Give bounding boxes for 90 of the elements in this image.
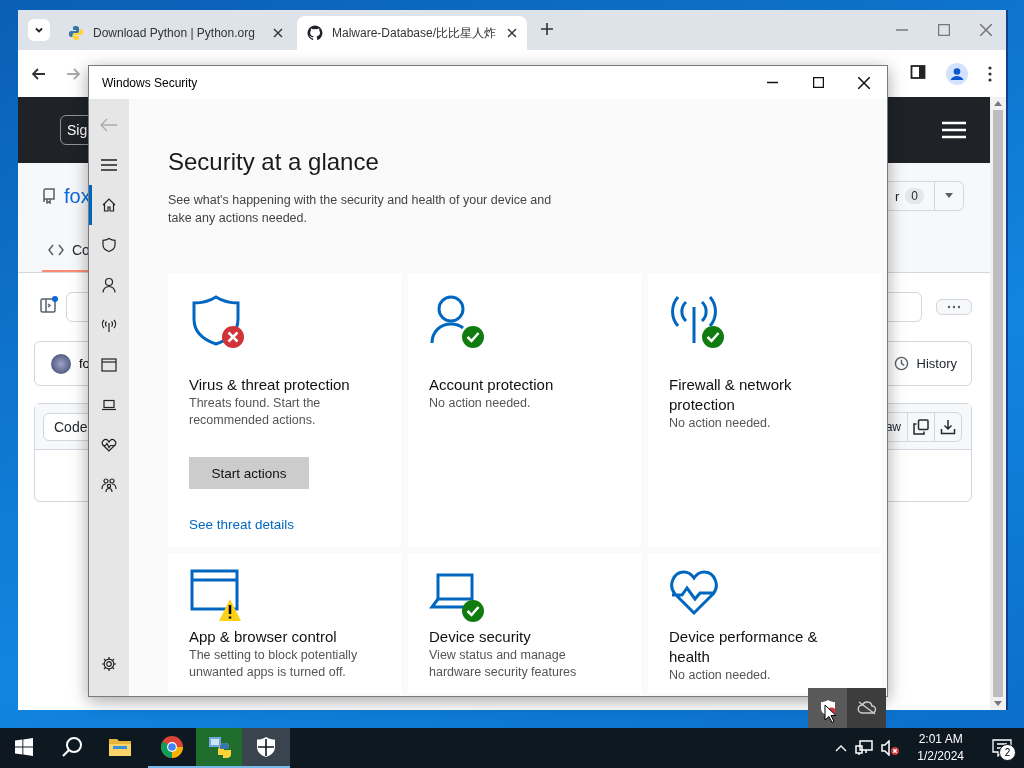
card-title: Account protection bbox=[429, 375, 554, 395]
back-arrow-icon bbox=[100, 118, 118, 132]
chevron-up-icon bbox=[835, 744, 848, 752]
python-logo-icon bbox=[68, 25, 84, 41]
side-panel-icon bbox=[910, 63, 926, 80]
family-icon bbox=[101, 477, 117, 493]
profile-avatar-icon bbox=[946, 62, 968, 85]
start-actions-button[interactable]: Start actions bbox=[189, 457, 309, 489]
close-icon bbox=[273, 28, 283, 38]
cursor-icon bbox=[824, 704, 836, 723]
more-menu-icon bbox=[988, 65, 992, 82]
antenna-icon bbox=[671, 295, 717, 345]
scrollbar[interactable] bbox=[990, 97, 1006, 710]
scroll-down-icon bbox=[994, 701, 1002, 706]
status-card[interactable]: Virus & threat protection Threats found. Start the recommended actions. Start actions See threat details bbox=[168, 273, 401, 547]
new-tab-icon bbox=[541, 23, 553, 35]
notification-count: 2 bbox=[999, 744, 1016, 761]
windows-logo-icon bbox=[15, 738, 33, 756]
card-title: Virus & threat protection bbox=[189, 375, 350, 395]
menu-icon bbox=[101, 159, 117, 171]
card-title: App & browser control bbox=[189, 627, 337, 647]
file-tree-icon bbox=[40, 296, 58, 314]
star-count: 0 bbox=[905, 188, 924, 204]
close-icon bbox=[507, 28, 517, 38]
tab-search-button[interactable] bbox=[28, 19, 50, 41]
status-card[interactable]: Device security View status and manage hardware security features bbox=[408, 553, 641, 693]
repo-icon bbox=[42, 188, 56, 204]
card-title: Firewall & network protection bbox=[669, 375, 793, 415]
card-status-text: Threats found. Start the recommended actions. bbox=[189, 395, 322, 429]
system-clock[interactable]: 2:01 AM 1/2/2024 bbox=[909, 731, 972, 765]
shield-icon bbox=[192, 295, 240, 346]
person-icon bbox=[430, 295, 465, 344]
card-status-text: The setting to block potentially unwanted apps is turned off. bbox=[189, 647, 359, 681]
installer-icon bbox=[206, 734, 232, 760]
browser-tab[interactable]: Download Python | Python.org bbox=[58, 16, 293, 50]
chevron-down-icon bbox=[34, 25, 44, 35]
shield-icon bbox=[256, 736, 276, 758]
card-status-text: View status and manage hardware security features bbox=[429, 647, 578, 681]
card-title: Device performance & health bbox=[669, 627, 819, 667]
card-status-text: No action needed. bbox=[429, 395, 531, 412]
back-arrow-icon bbox=[32, 66, 46, 81]
threat-details-link[interactable]: See threat details bbox=[189, 517, 295, 532]
menu-icon bbox=[942, 121, 966, 139]
status-card[interactable]: App & browser control The setting to block potentially unwanted apps is turned off. bbox=[168, 553, 401, 693]
heart-icon bbox=[670, 570, 718, 615]
message-icon bbox=[992, 739, 1012, 757]
home-icon bbox=[101, 197, 117, 213]
notification-center-button[interactable]: 2 bbox=[980, 728, 1024, 768]
shield-icon bbox=[101, 237, 117, 253]
browser-window-icon bbox=[190, 569, 239, 611]
chrome-logo-icon bbox=[160, 735, 184, 759]
tray-item[interactable] bbox=[808, 688, 847, 728]
close-icon bbox=[980, 24, 992, 36]
code-icon bbox=[48, 243, 64, 256]
page-heading: Security at a glance bbox=[168, 147, 380, 177]
copy-icon bbox=[913, 418, 929, 435]
page-description: See what's happening with the security and health of your device and take any actions needed. bbox=[168, 192, 553, 227]
antenna-icon bbox=[101, 317, 117, 333]
scroll-up-icon bbox=[994, 101, 1002, 106]
status-card[interactable]: Firewall & network protection No action needed. bbox=[648, 273, 881, 547]
card-status-text: No action needed. bbox=[669, 415, 771, 432]
octocat-icon bbox=[307, 25, 323, 41]
taskbar-button[interactable] bbox=[242, 728, 290, 768]
search-icon bbox=[61, 736, 83, 758]
speaker-muted-icon bbox=[881, 740, 902, 756]
maximize-icon bbox=[812, 77, 824, 88]
laptop-icon bbox=[101, 397, 117, 413]
download-icon bbox=[940, 418, 956, 435]
cloud-off-icon bbox=[856, 701, 877, 715]
status-card[interactable]: Device performance & health No action needed. bbox=[648, 553, 881, 693]
browser-tab[interactable]: Malware-Database/比比星人炸 bbox=[297, 16, 527, 50]
caret-icon bbox=[945, 193, 953, 199]
heart-pulse-icon bbox=[101, 437, 117, 453]
clock-icon bbox=[893, 356, 909, 371]
forward-arrow-icon bbox=[66, 66, 80, 81]
card-title: Device security bbox=[429, 627, 531, 647]
ellipsis-icon bbox=[947, 305, 961, 309]
maximize-icon bbox=[938, 24, 950, 36]
card-status-text: No action needed. bbox=[669, 667, 771, 684]
close-icon bbox=[858, 76, 870, 89]
folder-icon bbox=[108, 737, 132, 757]
status-card[interactable]: Account protection No action needed. bbox=[408, 273, 641, 547]
laptop-icon bbox=[429, 573, 474, 609]
network-icon bbox=[855, 740, 874, 756]
avatar bbox=[51, 353, 71, 374]
history-link[interactable]: History bbox=[916, 356, 957, 371]
window-title: Windows Security bbox=[102, 75, 198, 90]
browser-window-icon bbox=[101, 357, 117, 373]
settings-icon bbox=[101, 656, 117, 672]
person-icon bbox=[101, 277, 117, 293]
